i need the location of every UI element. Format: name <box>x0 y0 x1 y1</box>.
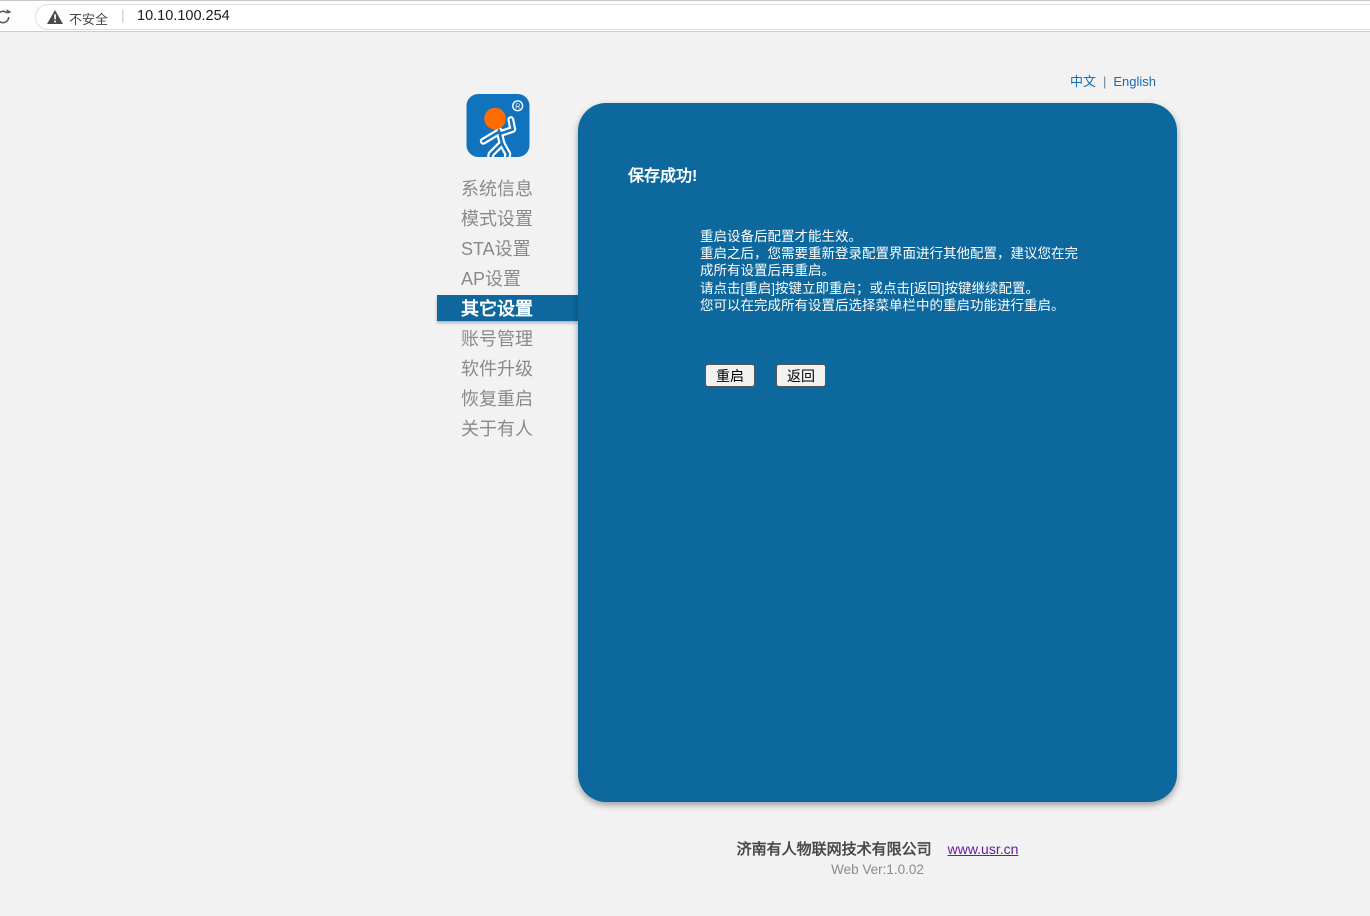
sidebar-item-ap-settings[interactable]: AP设置 <box>437 263 578 293</box>
company-website-link[interactable]: www.usr.cn <box>948 841 1019 857</box>
url-text[interactable]: 10.10.100.254 <box>137 8 230 24</box>
web-version-label: Web Ver:1.0.02 <box>578 862 1177 877</box>
address-divider: | <box>121 7 125 23</box>
sidebar-item-account-mgmt[interactable]: 账号管理 <box>437 323 578 353</box>
browser-address-bar: 不安全 | 10.10.100.254 <box>0 0 1370 32</box>
back-button[interactable]: 返回 <box>776 364 826 387</box>
company-name: 济南有人物联网技术有限公司 <box>737 841 932 858</box>
sidebar-item-system-info[interactable]: 系统信息 <box>437 173 578 203</box>
page-footer: 济南有人物联网技术有限公司 www.usr.cn Web Ver:1.0.02 <box>578 838 1177 877</box>
instruction-line: 重启设备后配置才能生效。 <box>700 228 1082 245</box>
sidebar-item-firmware-upgrade[interactable]: 软件升级 <box>437 353 578 383</box>
instruction-line: 请点击[重启]按键立即重启；或点击[返回]按键继续配置。 <box>700 280 1082 297</box>
instruction-line: 重启之后，您需要重新登录配置界面进行其他配置，建议您在完成所有设置后再重启。 <box>700 245 1082 279</box>
url-input[interactable] <box>35 4 1370 30</box>
sidebar-menu: 系统信息 模式设置 STA设置 AP设置 其它设置 账号管理 软件升级 恢复重启… <box>437 173 578 443</box>
company-name-line: 济南有人物联网技术有限公司 www.usr.cn <box>578 838 1177 859</box>
sidebar-item-mode-settings[interactable]: 模式设置 <box>437 203 578 233</box>
language-switcher: 中文 | English <box>1070 71 1156 90</box>
security-status-label[interactable]: 不安全 <box>69 9 108 28</box>
restart-instructions: 重启设备后配置才能生效。 重启之后，您需要重新登录配置界面进行其他配置，建议您在… <box>700 228 1082 314</box>
usr-logo: R <box>466 94 530 157</box>
lang-divider: | <box>1103 74 1106 89</box>
sidebar-item-sta-settings[interactable]: STA设置 <box>437 233 578 263</box>
save-success-title: 保存成功! <box>628 162 697 186</box>
sidebar-item-other-settings[interactable]: 其它设置 <box>437 295 578 321</box>
lang-link-english[interactable]: English <box>1113 74 1156 89</box>
sidebar-item-restore-restart[interactable]: 恢复重启 <box>437 383 578 413</box>
svg-text:R: R <box>515 103 520 110</box>
reload-icon[interactable] <box>0 8 12 26</box>
lang-link-chinese[interactable]: 中文 <box>1070 74 1096 89</box>
content-panel: 保存成功! 重启设备后配置才能生效。 重启之后，您需要重新登录配置界面进行其他配… <box>578 103 1177 802</box>
action-button-row: 重启 返回 <box>705 364 826 387</box>
sidebar-item-about-usr[interactable]: 关于有人 <box>437 413 578 443</box>
instruction-line: 您可以在完成所有设置后选择菜单栏中的重启功能进行重启。 <box>700 297 1082 314</box>
not-secure-warning-icon[interactable] <box>47 10 63 24</box>
restart-button[interactable]: 重启 <box>705 364 755 387</box>
